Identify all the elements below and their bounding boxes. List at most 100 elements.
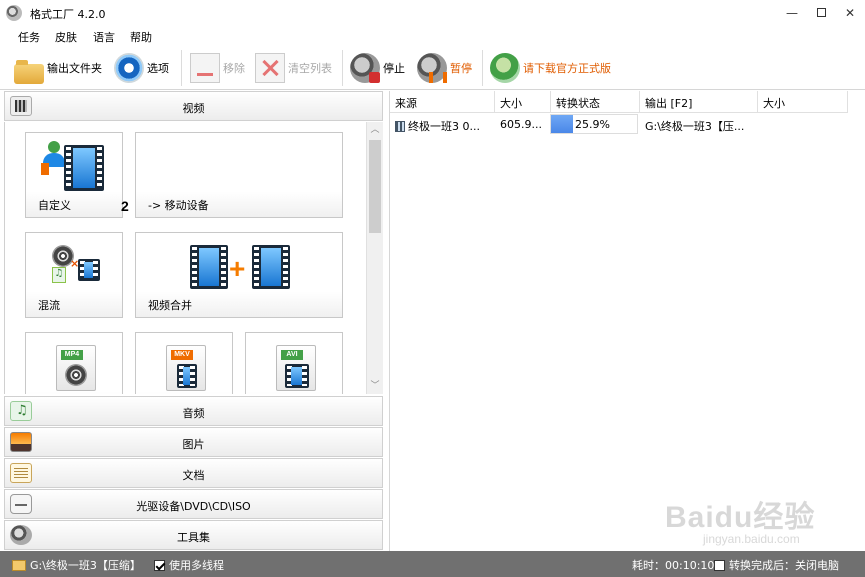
- stop-button[interactable]: 停止: [350, 52, 405, 84]
- category-tools-label: 工具集: [177, 531, 210, 544]
- tile-mobile-device[interactable]: -> 移动设备: [135, 132, 343, 218]
- menu-language[interactable]: 语言: [93, 29, 115, 45]
- mp4-file-icon: MP4: [56, 345, 96, 391]
- output-folder-button[interactable]: 输出文件夹: [14, 52, 102, 84]
- output-folder-label: 输出文件夹: [47, 62, 102, 75]
- menu-help[interactable]: 帮助: [130, 29, 152, 45]
- status-bar: G:\终极一班3【压缩】 使用多线程 耗时：00:10:10 转换完成后：关闭电…: [0, 551, 865, 577]
- clear-x-icon: [255, 53, 285, 83]
- options-gear-icon: [114, 53, 144, 83]
- video-file-icon: [395, 121, 405, 132]
- menu-task[interactable]: 任务: [18, 29, 40, 45]
- tile-mux[interactable]: ♫ × 混流: [25, 232, 123, 318]
- stop-icon: [350, 53, 380, 83]
- video-function-grid: 自定义 2 -> 移动设备 ♫ × 混流 + 视频合并 MP4 MKV AVI: [4, 122, 383, 394]
- tile-video-join-label: 视频合并: [148, 299, 192, 312]
- close-button[interactable]: ✕: [835, 0, 865, 26]
- column-header-status[interactable]: 转换状态: [551, 91, 640, 113]
- scroll-down-icon[interactable]: ﹀: [367, 378, 383, 394]
- elapsed-time: 耗时：00:10:10: [632, 559, 715, 572]
- options-label: 选项: [147, 62, 169, 75]
- remove-button[interactable]: 移除: [190, 52, 245, 84]
- options-button[interactable]: 选项: [114, 52, 169, 84]
- tile-mp4[interactable]: MP4: [25, 332, 123, 394]
- globe-search-icon: [490, 53, 520, 83]
- multithread-label: 使用多线程: [169, 559, 224, 572]
- clear-list-button[interactable]: 清空列表: [255, 52, 332, 84]
- column-header-output-size[interactable]: 大小: [758, 91, 848, 113]
- window-title: 格式工厂 4.2.0: [30, 8, 106, 21]
- category-document-label: 文档: [182, 469, 205, 482]
- column-header-source[interactable]: 来源: [390, 91, 495, 113]
- row-source: 终极一班3 0...: [390, 114, 495, 136]
- tile-mobile-device-label: -> 移动设备: [148, 199, 209, 212]
- tile-video-join[interactable]: + 视频合并: [135, 232, 343, 318]
- toolbar: 输出文件夹 选项 移除 清空列表 停止 暂停 请下载官方正式版: [0, 46, 865, 90]
- task-list: 来源 大小 转换状态 输出 [F2] 大小 终极一班3 0... 605.9..…: [389, 91, 865, 551]
- progress-fill: [551, 115, 574, 133]
- film-strip-icon: [64, 145, 104, 191]
- tile-custom-count: 2: [121, 198, 129, 214]
- conversion-progress-bar: 25.9%: [550, 114, 638, 134]
- remove-label: 移除: [223, 62, 245, 75]
- pause-label: 暂停: [450, 62, 472, 75]
- category-image[interactable]: 图片: [4, 427, 383, 457]
- scroll-up-icon[interactable]: ︿: [367, 122, 383, 138]
- shutdown-after-checkbox[interactable]: 转换完成后：关闭电脑: [714, 557, 839, 573]
- toolbar-divider: [181, 50, 182, 86]
- category-audio-label: 音频: [182, 407, 205, 420]
- menu-bar: 任务 皮肤 语言 帮助: [0, 26, 865, 46]
- tile-custom-label: 自定义: [38, 199, 71, 212]
- download-official-button[interactable]: 请下载官方正式版: [490, 52, 611, 84]
- pause-icon: [417, 53, 447, 83]
- tile-custom[interactable]: 自定义 2: [25, 132, 129, 218]
- toolbar-divider: [482, 50, 483, 86]
- music-note-icon: ♫: [52, 267, 66, 283]
- film-strip-icon: [78, 259, 100, 281]
- maximize-icon: [816, 8, 826, 17]
- tile-mux-label: 混流: [38, 299, 60, 312]
- category-audio[interactable]: 音频: [4, 396, 383, 426]
- output-path-text: G:\终极一班3【压缩】: [30, 559, 141, 572]
- category-disc[interactable]: 光驱设备\DVD\CD\ISO: [4, 489, 383, 519]
- progress-text: 25.9%: [575, 118, 610, 131]
- row-output-size: [758, 114, 848, 136]
- pause-button[interactable]: 暂停: [417, 52, 472, 84]
- mkv-file-icon: MKV: [166, 345, 206, 391]
- category-tools[interactable]: 工具集: [4, 520, 383, 550]
- download-official-label: 请下载官方正式版: [523, 62, 611, 75]
- category-video-label: 视频: [182, 102, 205, 115]
- stop-label: 停止: [383, 62, 405, 75]
- toolbar-divider: [342, 50, 343, 86]
- shutdown-check-icon[interactable]: [714, 559, 725, 571]
- category-disc-label: 光驱设备\DVD\CD\ISO: [136, 500, 251, 513]
- tile-mkv[interactable]: MKV: [135, 332, 233, 394]
- category-document[interactable]: 文档: [4, 458, 383, 488]
- multithread-checkbox[interactable]: 使用多线程: [154, 557, 224, 573]
- output-path[interactable]: G:\终极一班3【压缩】: [12, 557, 141, 573]
- maximize-button[interactable]: [806, 0, 836, 26]
- shutdown-after-label: 转换完成后：关闭电脑: [729, 559, 839, 572]
- film-strip-icon: [252, 245, 290, 289]
- scroll-thumb[interactable]: [369, 140, 381, 233]
- row-output: G:\终极一班3【压...: [645, 120, 745, 133]
- folder-icon: [14, 60, 44, 84]
- function-panel: 视频 自定义 2 -> 移动设备 ♫ × 混流 + 视频合并 MP4 MKV A…: [4, 91, 383, 551]
- column-header-size[interactable]: 大小: [495, 91, 551, 113]
- title-bar: 格式工厂 4.2.0 — ✕: [0, 0, 865, 26]
- minimize-button[interactable]: —: [777, 0, 807, 26]
- clear-list-label: 清空列表: [288, 62, 332, 75]
- menu-skin[interactable]: 皮肤: [55, 29, 77, 45]
- remove-file-icon: [190, 53, 220, 83]
- folder-icon: [12, 559, 26, 571]
- grid-scrollbar[interactable]: ︿ ﹀: [366, 122, 383, 394]
- film-strip-icon: [190, 245, 228, 289]
- column-header-output[interactable]: 输出 [F2]: [640, 91, 758, 113]
- multithread-check-icon[interactable]: [154, 559, 165, 571]
- tile-avi[interactable]: AVI: [245, 332, 343, 394]
- row-size: 605.9...: [500, 118, 542, 131]
- category-image-label: 图片: [182, 438, 205, 451]
- category-video[interactable]: 视频: [4, 91, 383, 121]
- plus-icon: +: [229, 253, 246, 284]
- avi-file-icon: AVI: [276, 345, 316, 391]
